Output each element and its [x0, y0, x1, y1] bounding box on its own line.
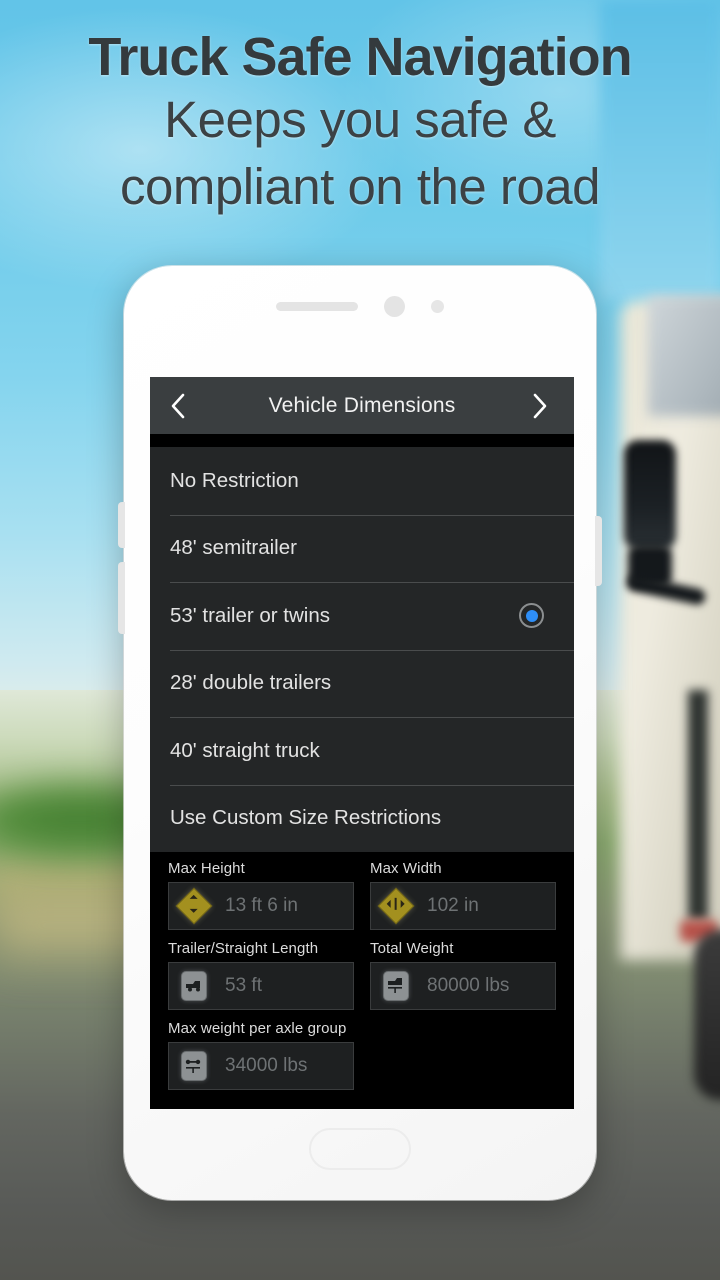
- field-max-weight-per-axle-group: Max weight per axle group 34000 lbs: [168, 1020, 362, 1100]
- radio-selected-icon[interactable]: [519, 603, 544, 629]
- field-value: 102 in: [427, 895, 479, 916]
- truck-mirror: [624, 440, 676, 550]
- field-trailer-straight-length: Trailer/Straight Length 53 ft: [168, 940, 362, 1020]
- truck-door-edge: [688, 690, 708, 920]
- page-title: Vehicle Dimensions: [268, 393, 456, 417]
- field-value: 13 ft 6 in: [225, 895, 298, 916]
- option-label: 53' trailer or twins: [170, 603, 330, 627]
- chevron-right-icon[interactable]: [530, 391, 556, 421]
- width-warning-diamond-icon: [377, 887, 415, 925]
- field-label: Max Width: [370, 860, 442, 877]
- total-weight-input[interactable]: 80000 lbs: [370, 962, 556, 1010]
- proximity-sensor-icon: [431, 299, 444, 313]
- option-row-40-straight-truck[interactable]: 40' straight truck: [150, 717, 574, 785]
- field-value: 80000 lbs: [427, 975, 510, 996]
- chevron-left-icon[interactable]: [168, 391, 194, 421]
- truck-wheel: [694, 930, 720, 1100]
- option-row-48-semitrailer[interactable]: 48' semitrailer: [150, 514, 574, 583]
- phone-mockup: Vehicle Dimensions No Restriction 48' se…: [118, 266, 602, 1200]
- headline-subtitle-line2: compliant on the road: [120, 157, 600, 215]
- truck-cab-window: [648, 296, 720, 416]
- phone-screen: Vehicle Dimensions No Restriction 48' se…: [150, 377, 574, 1109]
- option-label: 48' semitrailer: [170, 536, 297, 560]
- field-label: Max weight per axle group: [168, 1020, 347, 1037]
- titlebar-divider: [150, 434, 574, 447]
- option-row-no-restriction[interactable]: No Restriction: [150, 447, 574, 515]
- height-warning-diamond-icon: [175, 887, 213, 925]
- option-label: Use Custom Size Restrictions: [170, 806, 442, 830]
- phone-top-hardware: [276, 293, 444, 319]
- option-label: No Restriction: [170, 468, 299, 492]
- option-row-53-trailer-or-twins[interactable]: 53' trailer or twins: [150, 582, 574, 650]
- promo-headline: Truck Safe Navigation Keeps you safe & c…: [0, 27, 720, 220]
- vehicle-dimension-options-list: No Restriction 48' semitrailer 53' trail…: [150, 447, 574, 852]
- field-label: Total Weight: [370, 940, 454, 957]
- truck-length-sign-icon: [179, 971, 209, 1001]
- max-width-input[interactable]: 102 in: [370, 882, 556, 930]
- phone-volume-down-button[interactable]: [118, 562, 125, 634]
- field-label: Trailer/Straight Length: [168, 940, 319, 957]
- truck-weight-sign-icon: [381, 971, 411, 1001]
- option-row-use-custom-size-restrictions[interactable]: Use Custom Size Restrictions: [150, 784, 574, 853]
- speaker-grille-icon: [276, 301, 358, 311]
- app-titlebar: Vehicle Dimensions: [150, 377, 574, 434]
- field-value: 34000 lbs: [225, 1055, 308, 1076]
- option-row-28-double-trailers[interactable]: 28' double trailers: [150, 649, 574, 718]
- option-label: 40' straight truck: [170, 738, 320, 762]
- field-total-weight: Total Weight 80000 lbs: [362, 940, 556, 1020]
- home-button[interactable]: [309, 1128, 411, 1170]
- headline-title: Truck Safe Navigation: [88, 27, 632, 87]
- axle-weight-input[interactable]: 34000 lbs: [168, 1042, 354, 1090]
- field-max-width: Max Width 102 in: [362, 860, 556, 940]
- field-value: 53 ft: [225, 975, 262, 996]
- headline-subtitle-line1: Keeps you safe &: [164, 91, 556, 149]
- custom-dimension-fields: Max Height 13 ft 6 in Max Width 102 in T…: [150, 852, 574, 1100]
- front-camera-icon: [384, 295, 405, 317]
- axle-weight-sign-icon: [179, 1051, 209, 1081]
- field-max-height: Max Height 13 ft 6 in: [168, 860, 362, 940]
- trailer-length-input[interactable]: 53 ft: [168, 962, 354, 1010]
- phone-power-button[interactable]: [595, 516, 602, 586]
- option-label: 28' double trailers: [170, 671, 332, 695]
- phone-volume-up-button[interactable]: [118, 502, 125, 548]
- max-height-input[interactable]: 13 ft 6 in: [168, 882, 354, 930]
- field-label: Max Height: [168, 860, 245, 877]
